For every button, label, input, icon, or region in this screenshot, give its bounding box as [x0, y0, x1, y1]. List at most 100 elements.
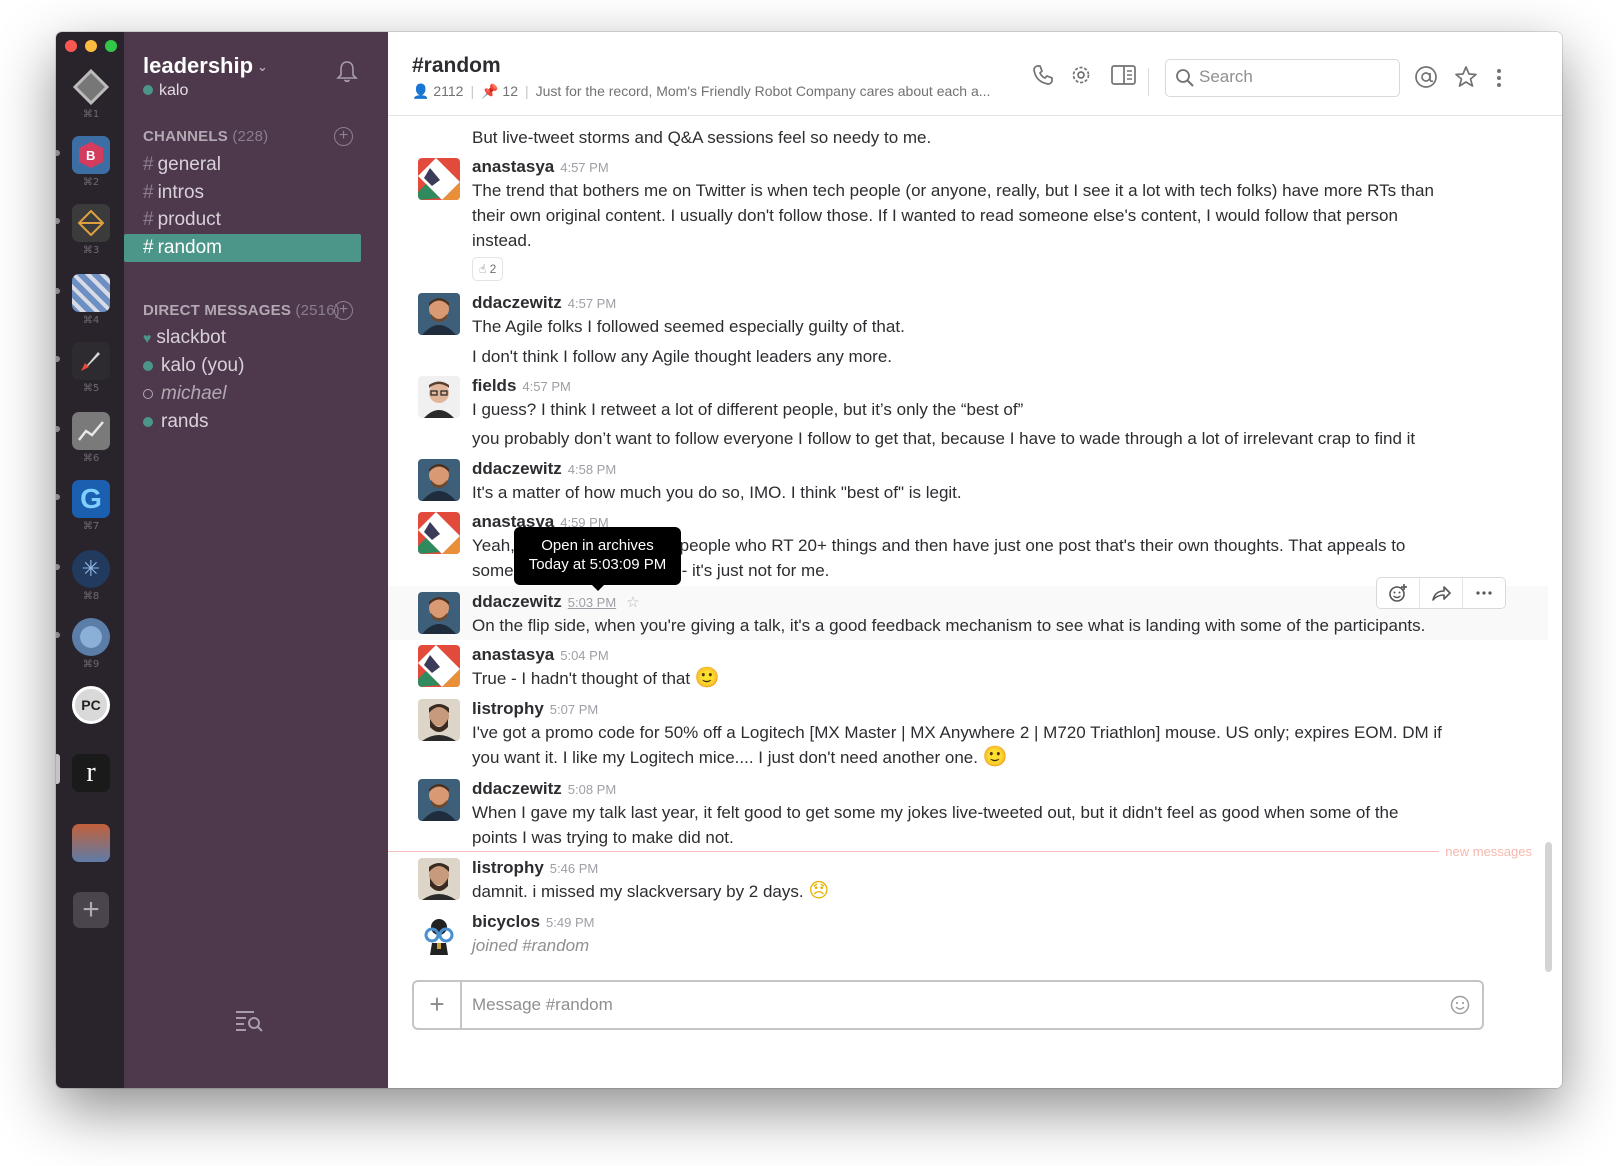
message-timestamp[interactable]: 5:49 PM — [546, 915, 594, 930]
message-author[interactable]: ddaczewitz 5:03 PM ☆ — [472, 592, 640, 612]
team-shortcut: ⌘9 — [82, 659, 100, 670]
dm-name: slackbot — [156, 327, 227, 348]
avatar[interactable] — [418, 779, 460, 821]
more-actions-button[interactable] — [1463, 578, 1505, 608]
channels-header[interactable]: CHANNELS (228) — [143, 128, 268, 145]
bell-icon[interactable] — [336, 59, 358, 88]
star-icon[interactable] — [1454, 65, 1478, 94]
team-pc[interactable]: PC — [72, 686, 110, 724]
avatar[interactable] — [418, 645, 460, 687]
channel-title[interactable]: #random — [412, 54, 501, 78]
close-window-button[interactable] — [65, 40, 77, 52]
message-timestamp[interactable]: 5:04 PM — [560, 648, 608, 663]
message-author[interactable]: listrophy 5:07 PM — [472, 699, 598, 719]
avatar[interactable] — [418, 913, 460, 955]
message-author[interactable]: ddaczewitz 4:58 PM — [472, 459, 616, 479]
team-3[interactable]: ⌘3 — [72, 204, 110, 256]
avatar[interactable] — [418, 158, 460, 200]
sidebar-item-intros[interactable]: # intros — [124, 179, 361, 207]
pin-icon: 📌 — [481, 83, 499, 99]
quick-switcher-icon[interactable] — [234, 1008, 264, 1037]
message-text: you probably don’t want to follow everyo… — [472, 429, 1416, 448]
team-8[interactable]: ✳ ⌘8 — [72, 550, 110, 602]
active-team-indicator — [56, 754, 60, 784]
channel-name: general — [157, 154, 221, 175]
gear-icon[interactable] — [1070, 64, 1092, 91]
attach-file-button[interactable]: + — [414, 982, 462, 1028]
message-timestamp[interactable]: 4:57 PM — [522, 379, 570, 394]
add-channel-icon[interactable]: + — [334, 127, 353, 146]
current-user[interactable]: kalo — [143, 82, 188, 100]
minimize-window-button[interactable] — [85, 40, 97, 52]
sidebar-toggle-icon[interactable] — [1111, 64, 1137, 91]
avatar[interactable] — [418, 376, 460, 418]
message-timestamp[interactable]: 5:03 PM — [568, 595, 616, 610]
pin-count[interactable]: 12 — [502, 83, 518, 99]
more-vertical-icon[interactable] — [1496, 68, 1502, 93]
avatar[interactable] — [418, 699, 460, 741]
sidebar-item-product[interactable]: # product — [124, 206, 361, 234]
team-menu[interactable]: leadership ⌄ — [143, 53, 268, 79]
add-team-button[interactable]: + — [73, 892, 109, 928]
message-text: damnit. i missed my slackversary by 2 da… — [472, 880, 830, 902]
message-timestamp[interactable]: 5:08 PM — [568, 782, 616, 797]
team-4[interactable]: ⌘4 — [72, 274, 110, 326]
add-reaction-button[interactable] — [1377, 578, 1420, 608]
message-author[interactable]: ddaczewitz 5:08 PM — [472, 779, 616, 799]
member-count[interactable]: 2112 — [433, 83, 463, 99]
mentions-icon[interactable] — [1414, 65, 1438, 94]
channels-title: CHANNELS — [143, 128, 228, 145]
search-input[interactable] — [1199, 60, 1389, 94]
team-shortcut: ⌘3 — [82, 245, 100, 256]
message-timestamp[interactable]: 5:07 PM — [550, 702, 598, 717]
message-author[interactable]: fields 4:57 PM — [472, 376, 571, 396]
reaction-badge[interactable]: ☝ 2 — [472, 257, 504, 281]
avatar[interactable] — [418, 512, 460, 554]
message-author[interactable]: bicyclos 5:49 PM — [472, 912, 594, 932]
message-timestamp[interactable]: 4:57 PM — [560, 160, 608, 175]
unread-indicator — [56, 356, 60, 362]
dm-name: kalo (you) — [161, 355, 245, 376]
message-author[interactable]: ddaczewitz 4:57 PM — [472, 293, 616, 313]
avatar[interactable] — [418, 858, 460, 900]
zoom-window-button[interactable] — [105, 40, 117, 52]
team-r[interactable]: r — [72, 754, 110, 792]
team-2[interactable]: B ⌘2 — [72, 136, 110, 188]
message-input[interactable] — [472, 990, 1432, 1020]
message-author[interactable]: listrophy 5:46 PM — [472, 858, 598, 878]
dm-rands[interactable]: rands — [143, 408, 209, 436]
message-timestamp[interactable]: 4:58 PM — [568, 462, 616, 477]
team-7[interactable]: G ⌘7 — [72, 480, 110, 532]
dm-slackbot[interactable]: ♥ slackbot — [143, 324, 226, 352]
direct-messages-header[interactable]: DIRECT MESSAGES (2516) — [143, 302, 340, 319]
message-author[interactable]: anastasya 5:04 PM — [472, 645, 609, 665]
message-scrollbar[interactable] — [1545, 842, 1552, 972]
search-field[interactable] — [1165, 59, 1400, 97]
add-dm-icon[interactable]: + — [334, 301, 353, 320]
dm-michael[interactable]: michael — [143, 380, 226, 408]
avatar[interactable] — [418, 459, 460, 501]
channels-count: (228) — [232, 128, 269, 145]
message-timestamp[interactable]: 5:46 PM — [550, 861, 598, 876]
rocket-icon — [72, 342, 110, 380]
phone-icon[interactable] — [1032, 64, 1054, 91]
share-message-button[interactable] — [1420, 578, 1463, 608]
sidebar-item-random[interactable]: # random — [124, 234, 361, 262]
channel-topic[interactable]: Just for the record, Mom's Friendly Robo… — [536, 83, 991, 99]
message-author[interactable]: anastasya 4:57 PM — [472, 157, 609, 177]
star-message-icon[interactable]: ☆ — [626, 594, 639, 611]
team-6[interactable]: ⌘6 — [72, 412, 110, 464]
unread-indicator — [56, 632, 60, 638]
team-1[interactable]: ⌘1 — [72, 68, 110, 120]
sidebar-item-general[interactable]: # general — [124, 151, 361, 179]
message-timestamp[interactable]: 4:57 PM — [568, 296, 616, 311]
emoji-picker-icon[interactable] — [1450, 995, 1470, 1020]
team-12[interactable] — [72, 824, 110, 862]
away-presence-icon — [143, 388, 153, 399]
avatar[interactable] — [418, 592, 460, 634]
avatar[interactable] — [418, 293, 460, 335]
dm-kalo[interactable]: kalo (you) — [143, 352, 244, 380]
team-shortcut: ⌘7 — [82, 521, 100, 532]
team-5[interactable]: ⌘5 — [72, 342, 110, 394]
team-9[interactable]: ⌘9 — [72, 618, 110, 670]
